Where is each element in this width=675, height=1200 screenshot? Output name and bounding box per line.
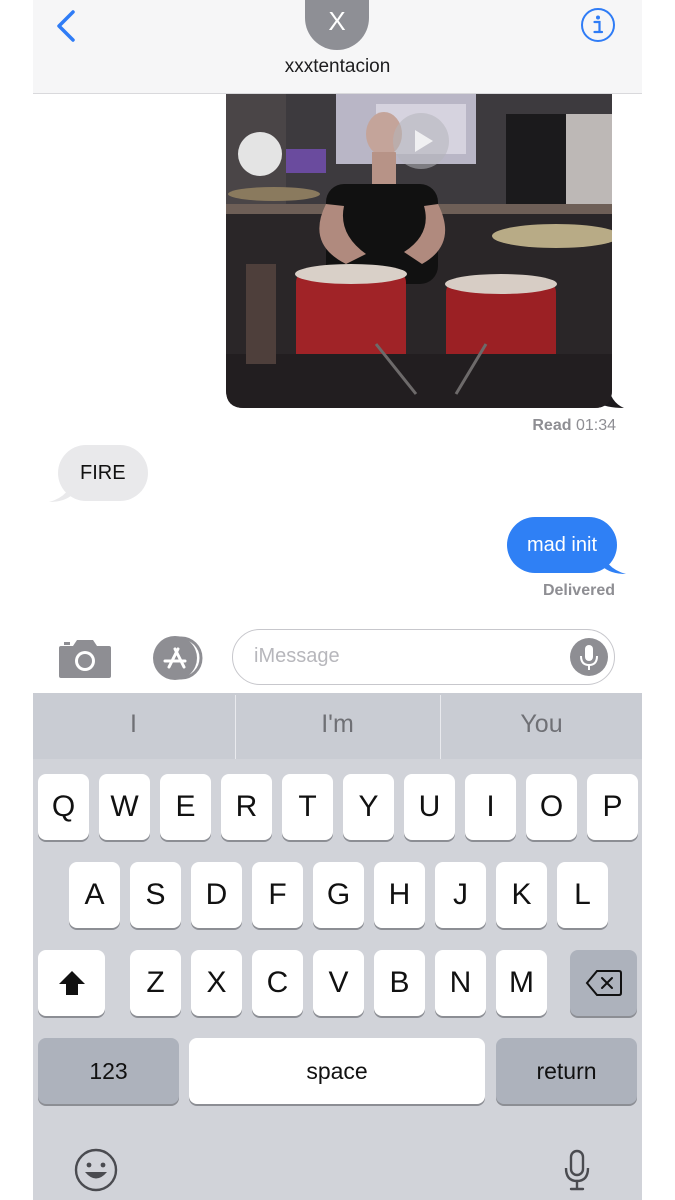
key-i[interactable]: I [465,774,516,840]
predictive-bar: I I'm You [33,693,642,759]
app-store-icon [153,636,203,680]
key-e[interactable]: E [160,774,211,840]
key-m[interactable]: M [496,950,547,1016]
key-k[interactable]: K [496,862,547,928]
key-l[interactable]: L [557,862,608,928]
shift-icon [58,971,85,995]
app-store-button[interactable] [145,635,205,681]
read-label: Read [532,417,572,434]
microphone-icon [564,1149,590,1191]
key-h[interactable]: H [374,862,425,928]
keyboard-dictation-button[interactable] [561,1147,593,1193]
shift-key[interactable] [38,950,105,1016]
key-g[interactable]: G [313,862,364,928]
play-button[interactable] [393,113,449,169]
key-x[interactable]: X [191,950,242,1016]
return-key[interactable]: return [496,1038,637,1104]
camera-icon [59,640,111,678]
key-v[interactable]: V [313,950,364,1016]
message-placeholder: iMessage [254,645,340,667]
key-z[interactable]: Z [130,950,181,1016]
key-u[interactable]: U [404,774,455,840]
info-button[interactable] [579,6,617,44]
key-a[interactable]: A [69,862,120,928]
avatar-initial: X [328,6,346,36]
back-button[interactable] [51,6,81,46]
key-y[interactable]: Y [343,774,394,840]
incoming-message[interactable]: FIRE [58,445,148,501]
prediction-3[interactable]: You [441,693,642,759]
read-time: 01:34 [575,417,616,434]
emoji-button[interactable] [73,1147,119,1193]
read-receipt: Read 01:34 [532,417,616,435]
key-c[interactable]: C [252,950,303,1016]
contact-name[interactable]: xxxtentacion [33,56,642,78]
key-w[interactable]: W [99,774,150,840]
microphone-icon [580,645,598,670]
key-o[interactable]: O [526,774,577,840]
message-input[interactable]: iMessage [232,629,615,685]
prediction-2[interactable]: I'm [236,693,439,759]
dictation-button[interactable] [570,638,608,676]
key-q[interactable]: Q [38,774,89,840]
contact-avatar[interactable]: X [305,0,369,50]
key-d[interactable]: D [191,862,242,928]
conversation-header: X xxxtentacion [33,0,642,94]
key-f[interactable]: F [252,862,303,928]
delete-key[interactable] [570,950,637,1016]
play-icon [415,130,433,152]
left-margin [0,0,33,1200]
keyboard: I I'm You Q W E R T Y U I O P A S D F G … [33,693,642,1200]
backspace-icon [585,970,622,996]
video-message[interactable] [226,94,624,408]
key-p[interactable]: P [587,774,638,840]
right-margin [642,0,675,1200]
key-r[interactable]: R [221,774,272,840]
delivery-status: Delivered [542,582,615,599]
key-s[interactable]: S [130,862,181,928]
key-j[interactable]: J [435,862,486,928]
info-icon [581,8,615,42]
numbers-key[interactable]: 123 [38,1038,179,1104]
key-b[interactable]: B [374,950,425,1016]
messages-screen: X xxxtentacion Read 01:34 FIRE mad init … [33,0,642,1200]
space-key[interactable]: space [189,1038,485,1104]
camera-button[interactable] [57,636,113,680]
prediction-1[interactable]: I [33,693,234,759]
key-t[interactable]: T [282,774,333,840]
emoji-icon [74,1148,118,1192]
outgoing-message[interactable]: mad init [506,517,617,573]
key-n[interactable]: N [435,950,486,1016]
chevron-left-icon [57,10,75,42]
